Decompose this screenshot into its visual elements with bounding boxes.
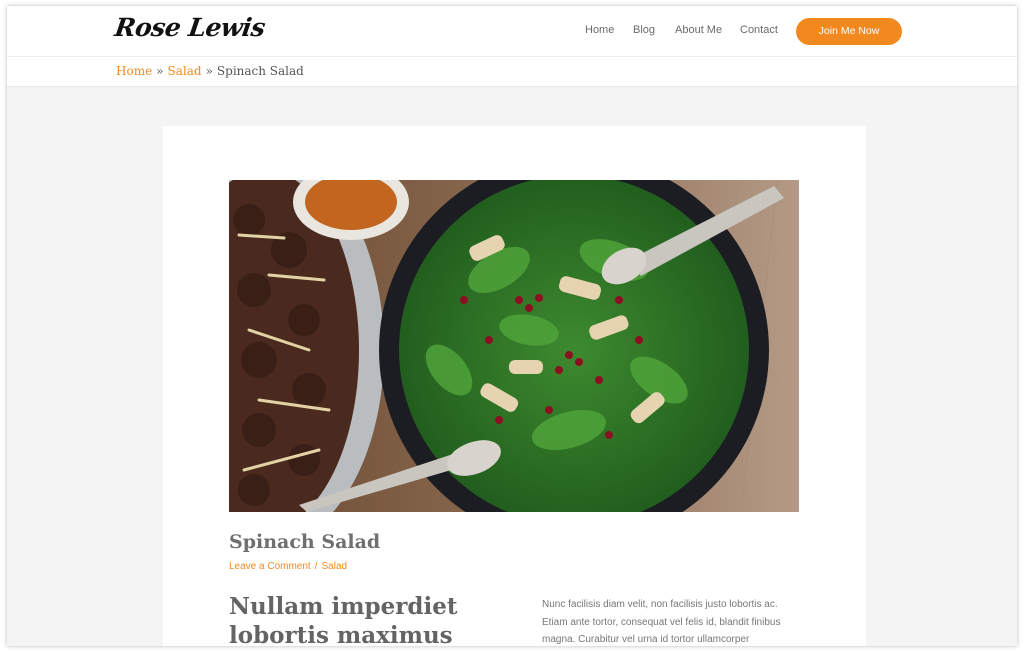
breadcrumb-separator: » <box>205 64 213 78</box>
breadcrumb-bar: Home» Salad» Spinach Salad <box>7 57 1017 87</box>
salad-bowl-photo <box>229 180 799 512</box>
nav-blog[interactable]: Blog <box>633 24 655 36</box>
post-card: Spinach Salad Leave a Comment / Salad Null… <box>163 126 866 646</box>
category-link[interactable]: Salad <box>322 561 348 572</box>
browser-viewport: Rose Lewis Home Blog About Me Contact Jo… <box>7 6 1017 646</box>
leave-comment-link[interactable]: Leave a Comment <box>229 561 311 572</box>
join-me-now-button[interactable]: Join Me Now <box>796 18 902 45</box>
nav-contact[interactable]: Contact <box>740 24 778 36</box>
post-title[interactable]: Spinach Salad <box>229 531 380 553</box>
post-meta: Leave a Comment / Salad <box>229 561 347 572</box>
meta-separator: / <box>314 561 318 572</box>
nav-about-me[interactable]: About Me <box>675 24 722 36</box>
site-logo[interactable]: Rose Lewis <box>113 13 267 42</box>
breadcrumb-home[interactable]: Home <box>116 64 152 78</box>
body-paragraph: Nunc facilisis diam velit, non facilisis… <box>542 599 781 645</box>
site-header: Rose Lewis Home Blog About Me Contact Jo… <box>7 6 1017 57</box>
post-featured-image[interactable] <box>229 180 799 512</box>
breadcrumb-separator: » <box>156 64 164 78</box>
breadcrumb-current: Spinach Salad <box>216 64 304 78</box>
section-heading: Nullam imperdiet lobortis maximus <box>229 593 458 646</box>
breadcrumb: Home» Salad» Spinach Salad <box>116 64 304 78</box>
breadcrumb-salad[interactable]: Salad <box>168 64 202 78</box>
nav-home[interactable]: Home <box>585 24 614 36</box>
